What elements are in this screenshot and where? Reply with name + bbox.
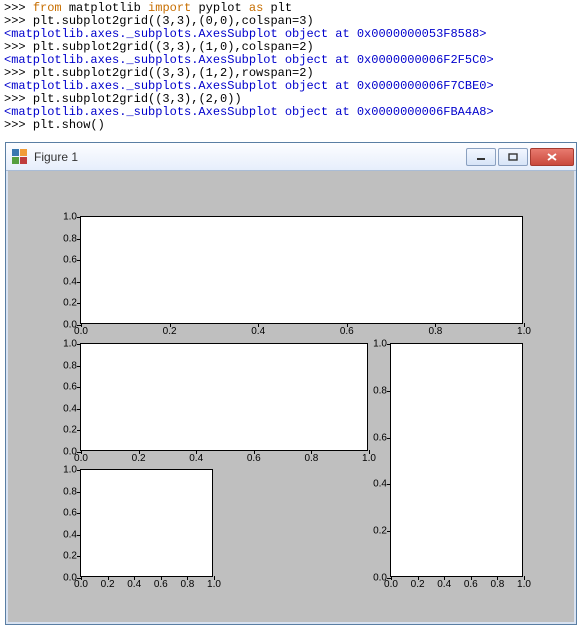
ytick-mark [77,556,81,557]
xtick-mark [81,576,82,580]
xtick-mark [214,576,215,580]
ytick-mark [77,470,81,471]
xtick-mark [311,450,312,454]
ytick-mark [77,535,81,536]
xtick-mark [471,576,472,580]
console-output: <matplotlib.axes._subplots.AxesSubplot o… [4,105,494,119]
prompt: >>> [4,66,33,80]
code-text: plt.show() [33,118,105,132]
figure-canvas[interactable]: 0.00.20.40.60.81.00.00.20.40.60.81.00.00… [6,171,576,624]
ytick-mark [77,344,81,345]
keyword: import [148,1,191,15]
minimize-button[interactable] [466,148,496,166]
python-console[interactable]: >>> from matplotlib import pyplot as plt… [0,0,581,138]
ytick-mark [77,303,81,304]
xtick-mark [347,323,348,327]
code-text: pyplot [191,1,249,15]
console-output: <matplotlib.axes._subplots.AxesSubplot o… [4,27,486,41]
matplotlib-icon [12,149,28,165]
ytick-mark [387,438,391,439]
xtick-mark [170,323,171,327]
ytick-mark [77,492,81,493]
console-output: <matplotlib.axes._subplots.AxesSubplot o… [4,53,494,67]
code-text: plt [263,1,292,15]
maximize-button[interactable] [498,148,528,166]
xtick-mark [254,450,255,454]
code-text: plt.subplot2grid((3,3),(1,2),rowspan=2) [33,66,314,80]
prompt: >>> [4,92,33,106]
xtick-mark [369,450,370,454]
xtick-mark [139,450,140,454]
xtick-mark [108,576,109,580]
subplot-ax4: 0.00.20.40.60.81.00.00.20.40.60.81.0 [80,469,213,577]
ytick-mark [77,239,81,240]
code-text: plt.subplot2grid((3,3),(2,0)) [33,92,242,106]
ytick-mark [77,409,81,410]
xtick-mark [497,576,498,580]
prompt: >>> [4,118,33,132]
ytick-mark [77,366,81,367]
ytick-mark [387,344,391,345]
ytick-mark [77,282,81,283]
ytick-mark [77,217,81,218]
xtick-mark [161,576,162,580]
xtick-mark [134,576,135,580]
window-titlebar[interactable]: Figure 1 [6,143,576,171]
ytick-mark [77,430,81,431]
xtick-mark [444,576,445,580]
subplot-ax3: 0.00.20.40.60.81.00.00.20.40.60.81.0 [390,343,523,577]
ytick-mark [77,513,81,514]
ytick-mark [387,531,391,532]
prompt: >>> [4,14,33,28]
subplot-ax2: 0.00.20.40.60.81.00.00.20.40.60.81.0 [80,343,368,451]
xtick-mark [524,576,525,580]
code-text: matplotlib [62,1,148,15]
xtick-mark [187,576,188,580]
ytick-mark [387,391,391,392]
xtick-mark [524,323,525,327]
ytick-mark [387,484,391,485]
subplot-ax1: 0.00.20.40.60.81.00.00.20.40.60.81.0 [80,216,523,324]
code-text: plt.subplot2grid((3,3),(1,0),colspan=2) [33,40,314,54]
xtick-mark [435,323,436,327]
ytick-mark [77,260,81,261]
prompt: >>> [4,40,33,54]
ytick-mark [77,387,81,388]
xtick-mark [81,323,82,327]
code-text: plt.subplot2grid((3,3),(0,0),colspan=3) [33,14,314,28]
console-output: <matplotlib.axes._subplots.AxesSubplot o… [4,79,494,93]
close-button[interactable] [530,148,574,166]
console-line: >>> plt.show() [4,119,577,132]
window-title: Figure 1 [34,150,78,164]
keyword: from [33,1,62,15]
figure-window: Figure 1 0.00.20.40.60.81.00.00.20.40.60… [5,142,577,625]
xtick-mark [418,576,419,580]
xtick-mark [196,450,197,454]
xtick-mark [81,450,82,454]
prompt: >>> [4,1,33,15]
keyword: as [249,1,263,15]
xtick-mark [391,576,392,580]
xtick-mark [258,323,259,327]
